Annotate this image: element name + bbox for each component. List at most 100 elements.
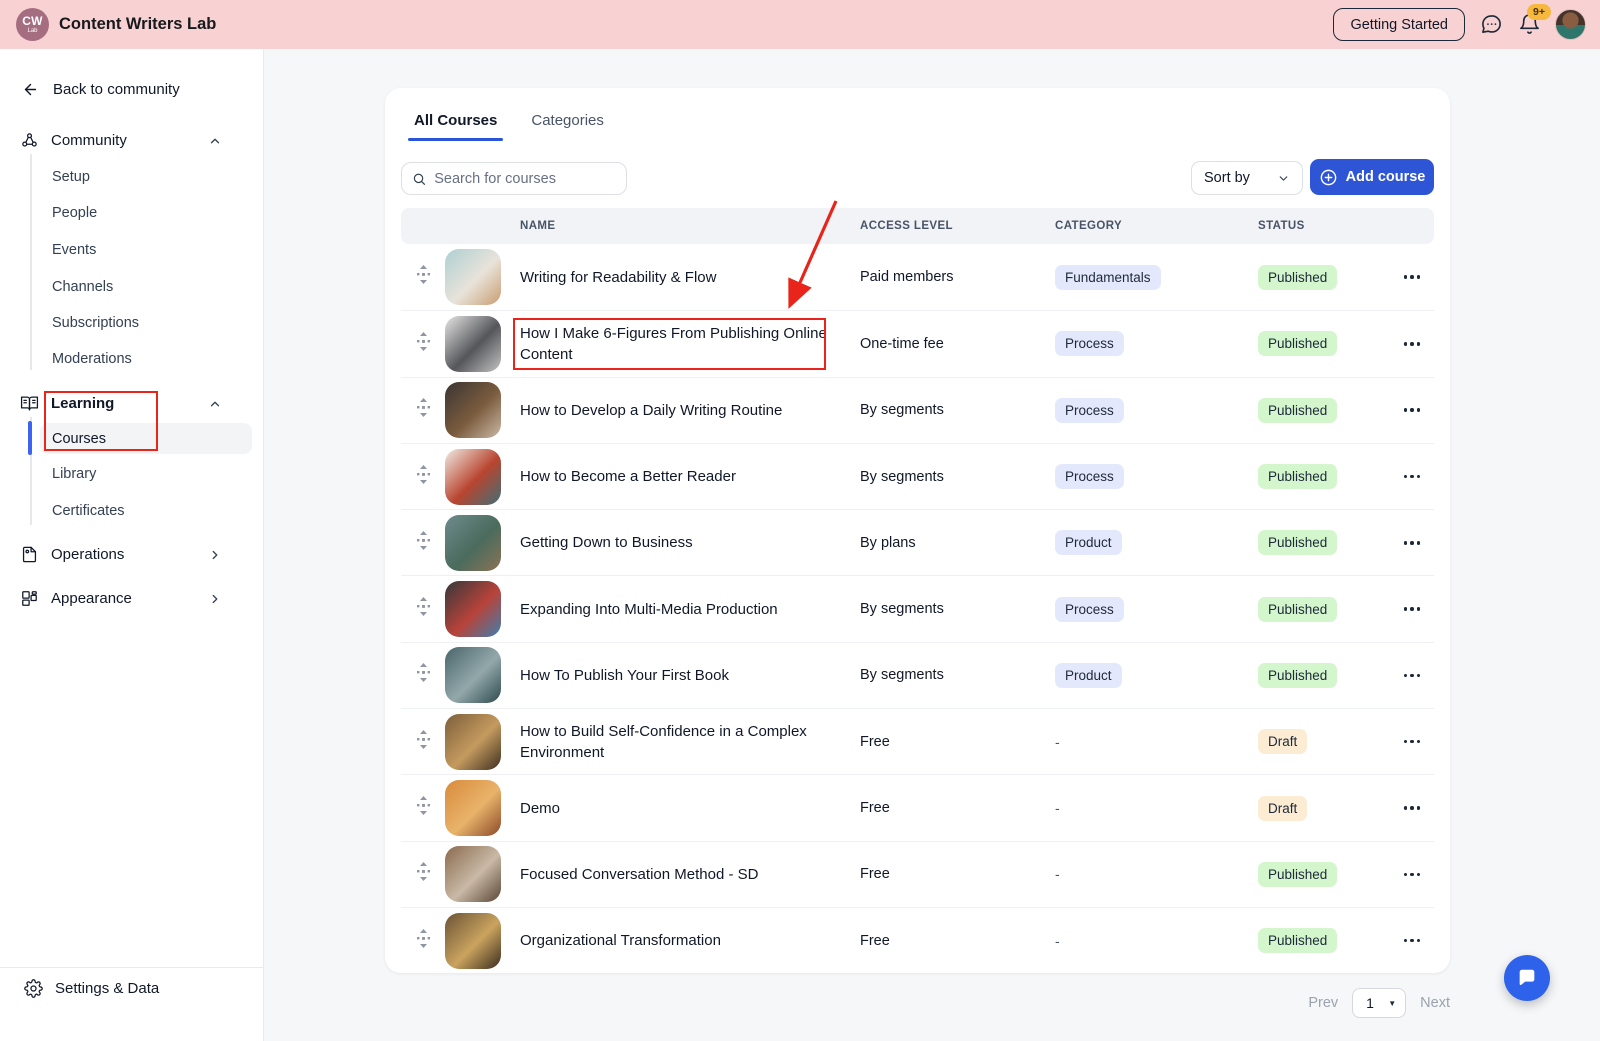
row-actions-menu-icon[interactable] bbox=[1404, 342, 1435, 346]
course-thumbnail[interactable] bbox=[445, 249, 520, 305]
course-access-level: By plans bbox=[860, 535, 1055, 551]
course-status-badge: Published bbox=[1258, 928, 1337, 953]
workflows-icon bbox=[20, 545, 39, 564]
course-status-badge: Published bbox=[1258, 464, 1337, 489]
next-page-button[interactable]: Next bbox=[1420, 995, 1450, 1011]
settings-and-data-link[interactable]: Settings & Data bbox=[24, 979, 159, 998]
sidebar-item-courses[interactable]: Courses bbox=[40, 423, 252, 454]
community-logo[interactable]: CW Lab bbox=[16, 8, 49, 41]
row-actions-menu-icon[interactable] bbox=[1404, 674, 1435, 678]
course-category-empty: - bbox=[1055, 866, 1258, 882]
course-name[interactable]: How to Build Self-Confidence in a Comple… bbox=[520, 721, 860, 763]
row-actions-menu-icon[interactable] bbox=[1404, 408, 1435, 412]
sidebar-item-subscriptions[interactable]: Subscriptions bbox=[52, 315, 139, 331]
tab-categories[interactable]: Categories bbox=[531, 112, 604, 141]
drag-handle-icon[interactable] bbox=[417, 465, 430, 489]
plus-circle-icon bbox=[1319, 168, 1338, 187]
sort-label: Sort by bbox=[1204, 170, 1250, 186]
course-name[interactable]: How to Become a Better Reader bbox=[520, 466, 860, 487]
drag-handle-icon[interactable] bbox=[417, 929, 430, 953]
user-avatar[interactable] bbox=[1555, 9, 1586, 40]
drag-handle-icon[interactable] bbox=[417, 862, 430, 886]
section-label: Appearance bbox=[51, 590, 132, 607]
sidebar-item-moderations[interactable]: Moderations bbox=[52, 351, 132, 367]
sidebar-item-events[interactable]: Events bbox=[52, 242, 96, 258]
table-row: DemoFree-Draft bbox=[401, 774, 1434, 840]
course-thumbnail[interactable] bbox=[445, 913, 520, 969]
back-to-community-link[interactable]: Back to community bbox=[22, 81, 180, 98]
course-name[interactable]: How to Develop a Daily Writing Routine bbox=[520, 400, 860, 421]
messages-icon[interactable] bbox=[1479, 13, 1503, 37]
course-thumbnail[interactable] bbox=[445, 714, 520, 770]
chevron-right-icon bbox=[208, 592, 222, 606]
tab-all-courses[interactable]: All Courses bbox=[414, 112, 497, 141]
row-actions-menu-icon[interactable] bbox=[1404, 475, 1435, 479]
sidebar-item-library[interactable]: Library bbox=[52, 466, 96, 482]
drag-handle-icon[interactable] bbox=[417, 531, 430, 555]
sidebar-item-people[interactable]: People bbox=[52, 205, 97, 221]
sidebar-section-operations[interactable]: Operations bbox=[20, 545, 244, 564]
course-name[interactable]: Getting Down to Business bbox=[520, 532, 860, 553]
table-row: How I Make 6-Figures From Publishing Onl… bbox=[401, 310, 1434, 376]
notifications-bell-icon[interactable]: 9+ bbox=[1517, 13, 1541, 37]
table-row: How to Become a Better ReaderBy segments… bbox=[401, 443, 1434, 509]
course-name[interactable]: How To Publish Your First Book bbox=[520, 665, 860, 686]
course-thumbnail[interactable] bbox=[445, 780, 520, 836]
getting-started-button[interactable]: Getting Started bbox=[1333, 8, 1465, 41]
course-status-badge: Published bbox=[1258, 398, 1337, 423]
table-body: Writing for Readability & FlowPaid membe… bbox=[401, 244, 1434, 973]
course-search[interactable] bbox=[401, 162, 627, 195]
sidebar-item-channels[interactable]: Channels bbox=[52, 279, 113, 295]
sidebar-divider bbox=[0, 967, 263, 968]
row-actions-menu-icon[interactable] bbox=[1404, 607, 1435, 611]
row-actions-menu-icon[interactable] bbox=[1404, 806, 1435, 810]
course-thumbnail[interactable] bbox=[445, 316, 520, 372]
courses-card: All Courses Categories Sort by Add cours… bbox=[385, 88, 1450, 973]
row-actions-menu-icon[interactable] bbox=[1404, 740, 1435, 744]
table-row: How to Develop a Daily Writing RoutineBy… bbox=[401, 377, 1434, 443]
search-input[interactable] bbox=[434, 171, 616, 187]
chat-bubble-icon bbox=[1516, 967, 1538, 989]
sidebar-item-setup[interactable]: Setup bbox=[52, 169, 90, 185]
course-name[interactable]: Expanding Into Multi-Media Production bbox=[520, 599, 860, 620]
course-access-level: By segments bbox=[860, 601, 1055, 617]
course-name[interactable]: Organizational Transformation bbox=[520, 930, 860, 951]
drag-handle-icon[interactable] bbox=[417, 663, 430, 687]
drag-handle-icon[interactable] bbox=[417, 265, 430, 289]
drag-handle-icon[interactable] bbox=[417, 398, 430, 422]
back-label: Back to community bbox=[53, 81, 180, 98]
chevron-up-icon bbox=[208, 134, 222, 148]
sidebar-section-learning[interactable]: Learning bbox=[20, 394, 244, 413]
drag-handle-icon[interactable] bbox=[417, 730, 430, 754]
course-thumbnail[interactable] bbox=[445, 515, 520, 571]
course-thumbnail[interactable] bbox=[445, 846, 520, 902]
course-thumbnail[interactable] bbox=[445, 449, 520, 505]
drag-handle-icon[interactable] bbox=[417, 796, 430, 820]
support-chat-button[interactable] bbox=[1504, 955, 1550, 1001]
drag-handle-icon[interactable] bbox=[417, 597, 430, 621]
add-course-button[interactable]: Add course bbox=[1310, 159, 1434, 195]
course-thumbnail[interactable] bbox=[445, 647, 520, 703]
search-icon bbox=[412, 171, 426, 187]
column-header-name: NAME bbox=[520, 220, 860, 232]
drag-handle-icon[interactable] bbox=[417, 332, 430, 356]
prev-page-button[interactable]: Prev bbox=[1308, 995, 1338, 1011]
pagination: Prev 1 ▼ Next bbox=[1308, 988, 1450, 1018]
course-name[interactable]: How I Make 6-Figures From Publishing Onl… bbox=[520, 323, 860, 365]
course-thumbnail[interactable] bbox=[445, 581, 520, 637]
course-name[interactable]: Writing for Readability & Flow bbox=[520, 267, 860, 288]
row-actions-menu-icon[interactable] bbox=[1404, 541, 1435, 545]
sidebar-section-appearance[interactable]: Appearance bbox=[20, 589, 244, 608]
community-icon bbox=[20, 131, 39, 150]
sidebar-item-certificates[interactable]: Certificates bbox=[52, 503, 125, 519]
course-name[interactable]: Demo bbox=[520, 798, 860, 819]
course-thumbnail[interactable] bbox=[445, 382, 520, 438]
sidebar-section-community[interactable]: Community bbox=[20, 131, 244, 150]
sort-by-dropdown[interactable]: Sort by bbox=[1191, 161, 1303, 195]
course-name[interactable]: Focused Conversation Method - SD bbox=[520, 864, 860, 885]
course-status-badge: Published bbox=[1258, 265, 1337, 290]
page-number-select[interactable]: 1 ▼ bbox=[1352, 988, 1406, 1018]
row-actions-menu-icon[interactable] bbox=[1404, 939, 1435, 943]
row-actions-menu-icon[interactable] bbox=[1404, 873, 1435, 877]
row-actions-menu-icon[interactable] bbox=[1404, 275, 1435, 279]
